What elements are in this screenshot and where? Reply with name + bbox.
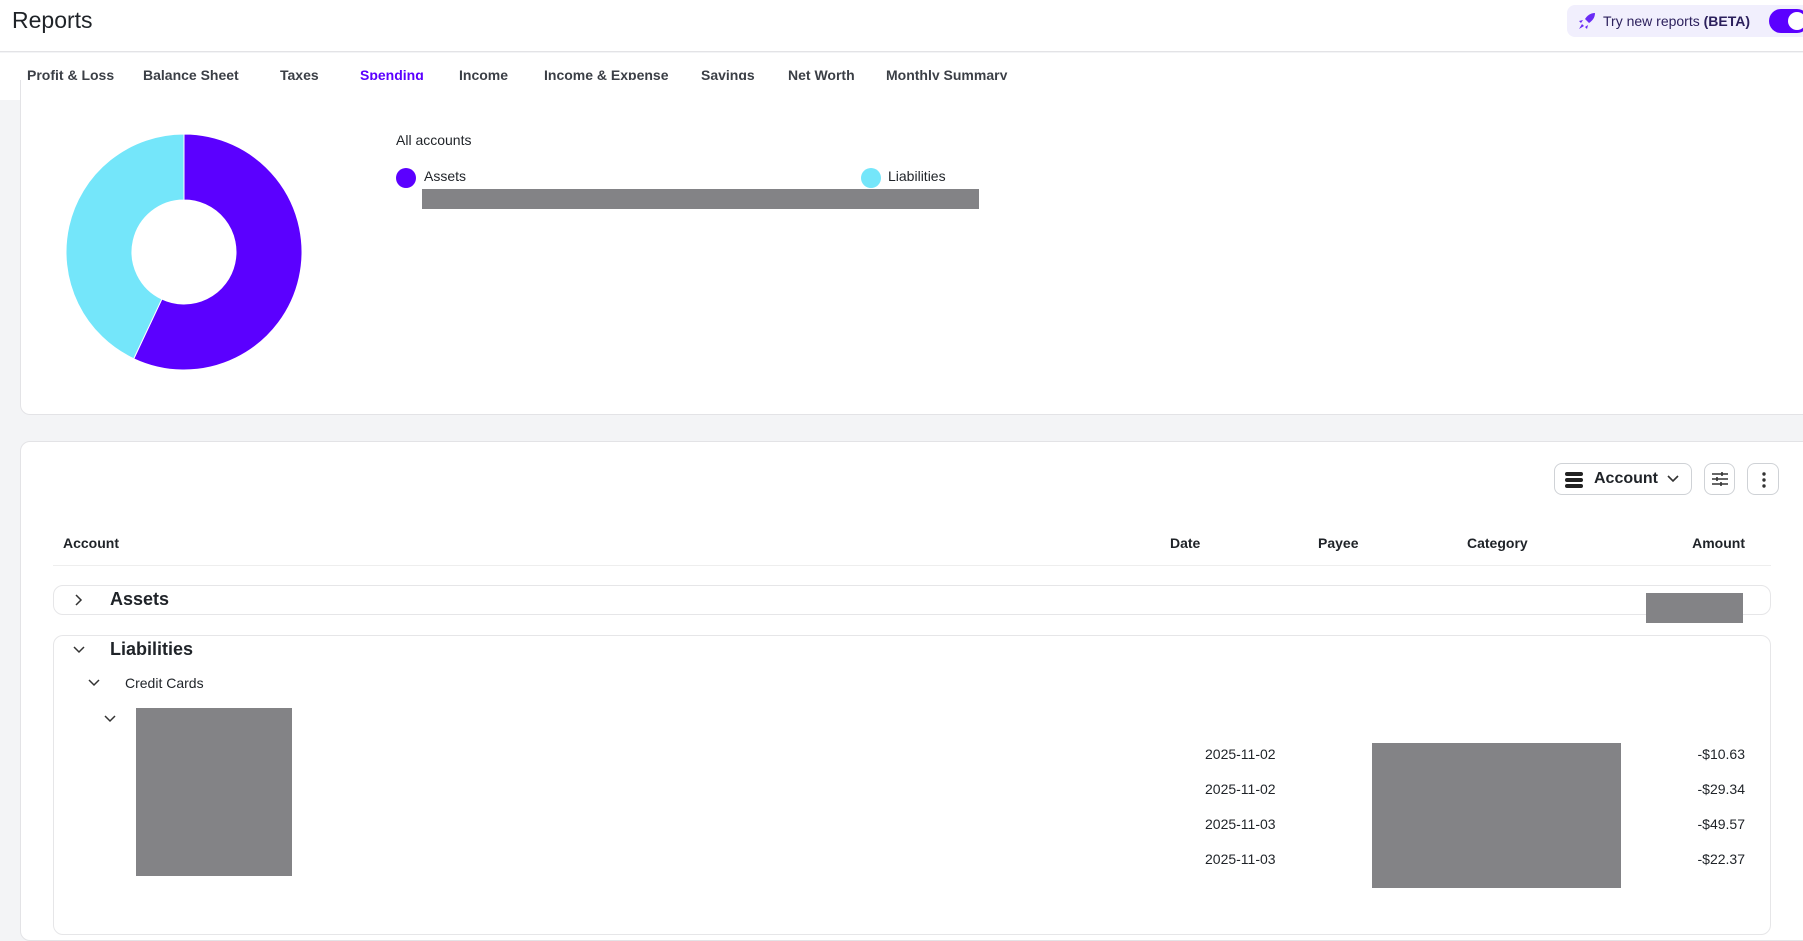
row-date: 2025-11-02 — [1205, 781, 1276, 797]
group-by-dropdown[interactable]: Account — [1554, 463, 1692, 495]
row-date: 2025-11-02 — [1205, 746, 1276, 762]
row-amount: -$10.63 — [1697, 746, 1745, 762]
row-amount: -$29.34 — [1697, 781, 1745, 797]
filter-settings-button[interactable] — [1704, 463, 1735, 495]
subgroup-label-credit-cards: Credit Cards — [125, 675, 204, 691]
group-label-liabilities: Liabilities — [110, 639, 194, 659]
column-header-date[interactable]: Date — [1170, 535, 1200, 551]
beta-label: Try new reports (BETA) — [1603, 13, 1750, 29]
beta-badge: (BETA) — [1703, 13, 1751, 29]
legend-dot-liabilities — [861, 168, 881, 188]
column-header-amount[interactable]: Amount — [1692, 535, 1745, 551]
donut-chart — [65, 133, 303, 371]
row-date: 2025-11-03 — [1205, 816, 1276, 832]
row-date: 2025-11-03 — [1205, 851, 1276, 867]
column-header-category[interactable]: Category — [1467, 535, 1528, 551]
page-header — [0, 0, 1803, 52]
group-label-assets: Assets — [110, 589, 170, 609]
rocket-icon — [1579, 13, 1595, 29]
legend-dot-assets — [396, 168, 416, 188]
legend-label-assets[interactable]: Assets — [424, 168, 466, 184]
chevron-down-icon — [1667, 475, 1679, 483]
page-title: Reports — [12, 7, 93, 33]
row-amount: -$49.57 — [1697, 816, 1745, 832]
redacted-value — [422, 189, 979, 209]
sliders-icon — [1712, 472, 1728, 486]
legend-label-liabilities[interactable]: Liabilities — [888, 168, 946, 184]
more-vertical-icon — [1762, 472, 1766, 488]
list-icon — [1565, 472, 1583, 488]
redacted-account-name — [136, 708, 292, 876]
chevron-down-icon[interactable] — [73, 646, 85, 654]
group-row-assets[interactable] — [53, 585, 1771, 615]
chart-title: All accounts — [396, 132, 472, 148]
try-new-reports-banner[interactable]: Try new reports (BETA) — [1567, 5, 1803, 37]
chevron-down-icon[interactable] — [104, 715, 116, 723]
column-header-payee[interactable]: Payee — [1318, 535, 1358, 551]
chevron-down-icon[interactable] — [88, 679, 100, 687]
new-reports-toggle[interactable] — [1769, 9, 1803, 33]
redacted-amount — [1646, 593, 1743, 623]
group-by-label: Account — [1594, 470, 1658, 487]
more-options-button[interactable] — [1747, 463, 1779, 495]
redacted-payees — [1372, 743, 1621, 888]
column-header-account[interactable]: Account — [63, 535, 119, 551]
row-amount: -$22.37 — [1697, 851, 1745, 867]
beta-text: Try new reports — [1603, 13, 1700, 29]
chevron-right-icon[interactable] — [75, 594, 83, 606]
header-divider — [53, 565, 1771, 566]
